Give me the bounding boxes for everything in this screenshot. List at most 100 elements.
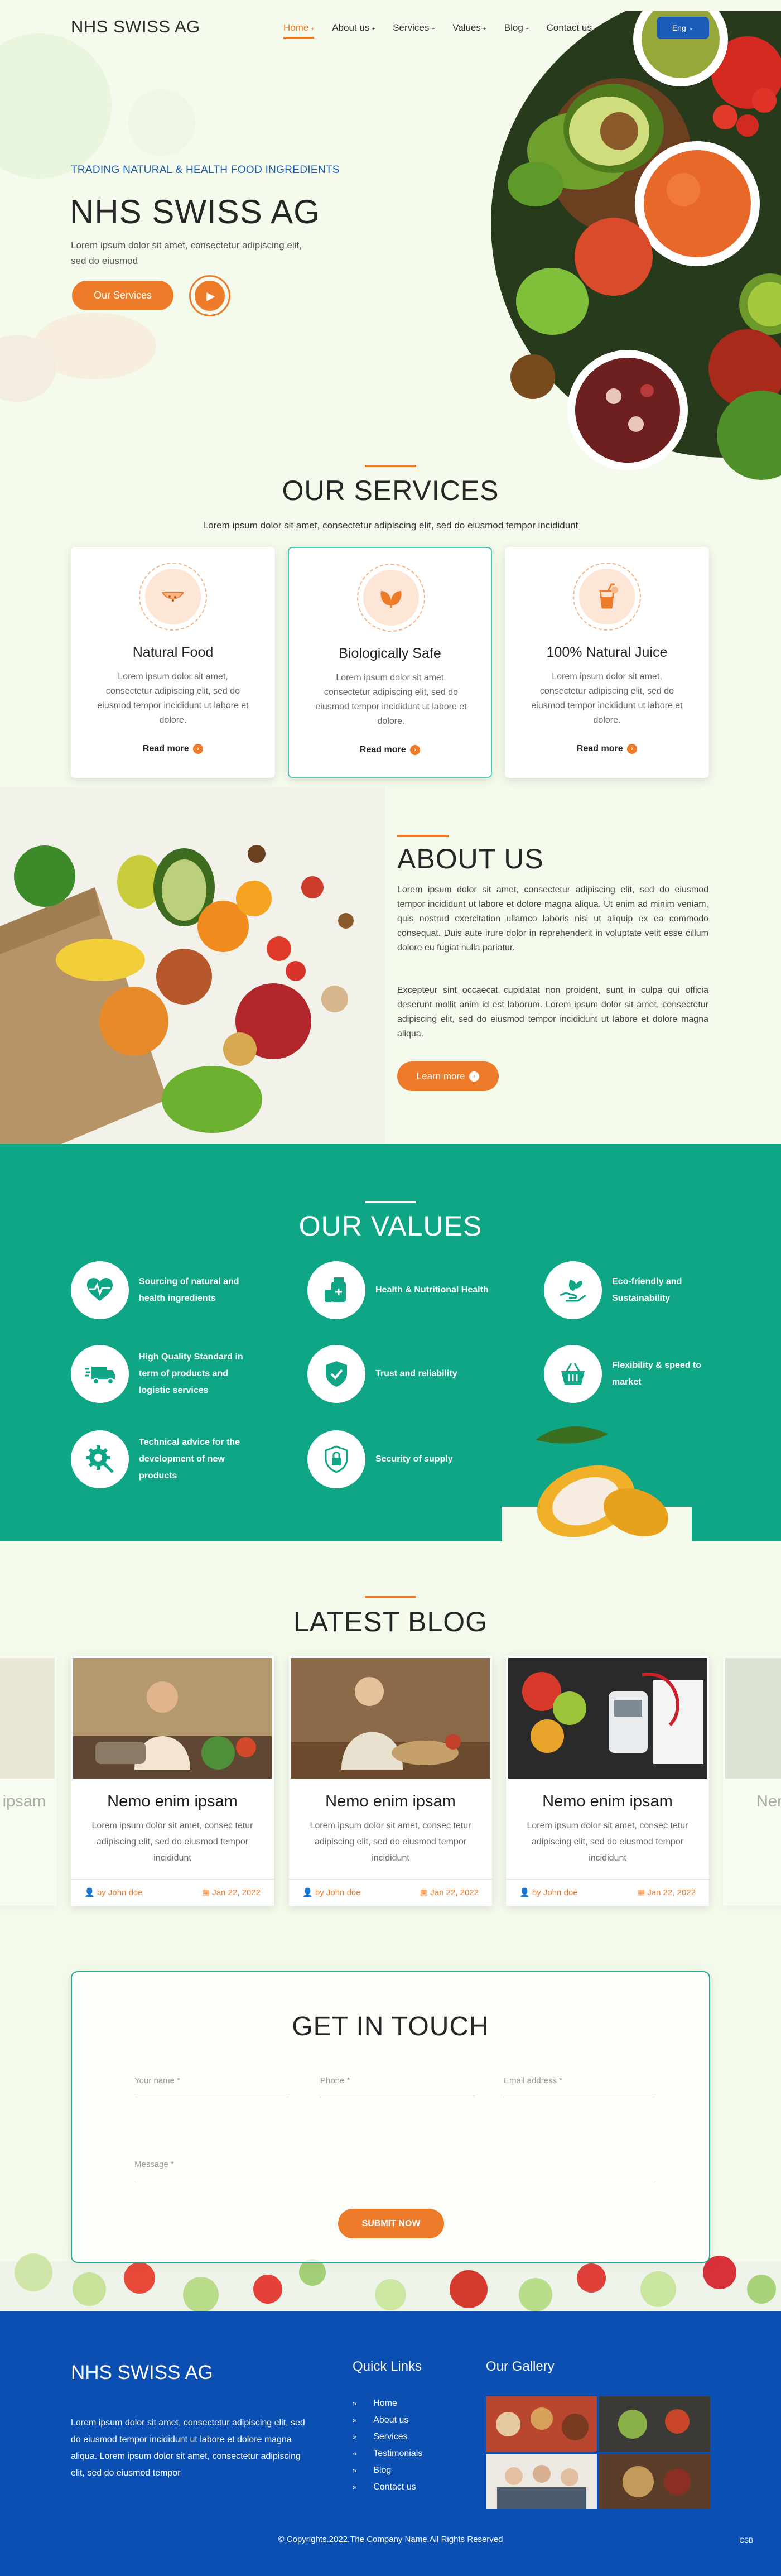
blog-post-image[interactable] — [291, 1658, 490, 1779]
gallery-image[interactable] — [486, 2454, 597, 2509]
service-title: Biologically Safe — [339, 646, 441, 661]
footer-link-blog[interactable]: » Blog — [353, 2462, 422, 2479]
about-paragraph: Excepteur sint occaecat cupidatat non pr… — [397, 986, 708, 1039]
blog-post-title[interactable]: Nemo enim ipsam — [289, 1792, 492, 1811]
blog-card-partial[interactable]: Nemo enim ipsam — [0, 1656, 57, 1906]
language-select[interactable]: Eng ⌄ — [657, 17, 709, 39]
user-icon: 👤 — [302, 1888, 313, 1897]
our-services-button[interactable]: Our Services — [72, 281, 173, 310]
read-more-link[interactable]: Read more › — [505, 744, 709, 754]
services-subtitle: Lorem ipsum dolor sit amet, consectetur … — [203, 520, 578, 531]
nav-contact-label: Contact us — [546, 22, 592, 33]
value-item: Health & Nutritional Health — [307, 1261, 497, 1319]
submit-button[interactable]: SUBMIT NOW — [338, 2209, 444, 2238]
blog-section: LATEST BLOG Nemo enim ipsam Nemo enim ip… — [0, 1541, 781, 1926]
nav-services[interactable]: Services + — [393, 22, 435, 39]
value-item: Sourcing of natural and health ingredien… — [71, 1261, 261, 1319]
blog-post-author: 👤 by John doe — [519, 1887, 578, 1897]
arrow-right-icon: › — [627, 744, 638, 754]
blog-post-date: ▦ Jan 22, 2022 — [637, 1887, 696, 1897]
footer-link-home[interactable]: » Home — [353, 2395, 422, 2412]
learn-more-label: Learn more — [416, 1070, 465, 1082]
value-item: Trust and reliability — [307, 1345, 497, 1403]
blog-post-image[interactable] — [73, 1658, 272, 1779]
footer-link-label: About us — [373, 2415, 409, 2425]
service-title: 100% Natural Juice — [546, 645, 668, 660]
site-logo[interactable]: NHS SWISS AG — [71, 17, 200, 37]
blog-post-image[interactable] — [508, 1658, 707, 1779]
quick-links-list: » Home » About us » Services » Testimonials … — [353, 2395, 422, 2496]
author-label: by John doe — [315, 1888, 361, 1897]
site-footer: NHS SWISS AG Lorem ipsum dolor sit amet,… — [0, 2311, 781, 2576]
value-label: High Quality Standard in term of product… — [139, 1352, 243, 1395]
service-card[interactable]: 100% Natural Juice Lorem ipsum dolor sit… — [505, 547, 709, 778]
footer-link-about[interactable]: » About us — [353, 2412, 422, 2429]
value-item: Flexibility & speed to market — [544, 1345, 734, 1403]
chevron-down-icon: + — [483, 26, 486, 32]
juice-icon — [599, 583, 618, 609]
footer-link-label: Contact us — [373, 2482, 416, 2492]
blog-post-title[interactable]: Nemo enim ipsam — [71, 1792, 274, 1811]
read-more-label: Read more — [359, 745, 406, 755]
value-label: Trust and reliability — [375, 1369, 457, 1378]
value-label: Sourcing of natural and health ingredien… — [139, 1277, 239, 1303]
blog-post-author: 👤 by John doe — [302, 1887, 361, 1897]
blog-post-title: Nemo enim ipsam — [0, 1792, 46, 1810]
double-chevron-icon: » — [353, 2416, 357, 2424]
chevron-down-icon: + — [525, 26, 529, 32]
quick-links-title: Quick Links — [353, 2359, 422, 2374]
author-label: by John doe — [97, 1888, 143, 1897]
blog-card[interactable]: Nemo enim ipsam Lorem ipsum dolor sit am… — [71, 1656, 274, 1906]
gallery-image[interactable] — [486, 2396, 597, 2452]
read-more-link[interactable]: Read more › — [71, 744, 275, 754]
footer-gallery — [486, 2396, 710, 2509]
phone-input[interactable]: Phone * — [320, 2076, 475, 2097]
blog-post-excerpt: Lorem ipsum dolor sit amet, consec tetur… — [310, 1821, 471, 1863]
nav-values[interactable]: Values + — [452, 22, 486, 39]
read-more-link[interactable]: Read more › — [289, 745, 491, 755]
gear-search-icon — [86, 1445, 114, 1473]
play-icon: ▶ — [206, 290, 215, 302]
gallery-image[interactable] — [599, 2454, 710, 2509]
hero-section: TRADING NATURAL & HEALTH FOOD INGREDIENT… — [0, 0, 781, 491]
email-input[interactable]: Email address * — [504, 2076, 655, 2097]
leaf-icon — [380, 591, 402, 608]
hero-bg-decoration — [128, 89, 195, 156]
service-card[interactable]: Biologically Safe Lorem ipsum dolor sit … — [288, 547, 492, 778]
blog-card[interactable]: Nemo enim ipsam Lorem ipsum dolor sit am… — [289, 1656, 492, 1906]
nav-home[interactable]: Home + — [283, 22, 315, 39]
nav-blog-label: Blog — [504, 22, 523, 33]
chevron-down-icon: + — [311, 26, 315, 32]
chevron-down-icon: + — [431, 26, 435, 32]
double-chevron-icon: » — [353, 2483, 357, 2491]
blog-title: LATEST BLOG — [293, 1606, 488, 1637]
footer-link-services[interactable]: » Services — [353, 2429, 422, 2445]
footer-logo[interactable]: NHS SWISS AG — [71, 2362, 213, 2384]
value-item: Eco-friendly and Sustainability — [544, 1261, 734, 1319]
calendar-icon: ▦ — [420, 1888, 428, 1897]
groceries-bag-image — [0, 787, 385, 1144]
contact-section: GET IN TOUCH Your name * Phone * Email a… — [0, 1926, 781, 2311]
blog-post-title[interactable]: Nemo enim ipsam — [506, 1792, 709, 1811]
value-label: Health & Nutritional Health — [375, 1285, 489, 1295]
service-card[interactable]: Natural Food Lorem ipsum dolor sit amet,… — [71, 547, 275, 778]
name-input[interactable]: Your name * — [134, 2076, 290, 2097]
nav-contact-us[interactable]: Contact us — [547, 22, 592, 39]
value-label: Eco-friendly and Sustainability — [612, 1277, 682, 1303]
value-label: Flexibility & speed to market — [612, 1361, 702, 1387]
message-input[interactable]: Message * — [134, 2160, 655, 2183]
nav-blog[interactable]: Blog + — [504, 22, 529, 39]
nav-about-us[interactable]: About us + — [332, 22, 375, 39]
play-video-button[interactable]: ▶ — [189, 275, 230, 316]
footer-link-label: Services — [373, 2432, 408, 2442]
footer-link-contact[interactable]: » Contact us — [353, 2479, 422, 2496]
gallery-image[interactable] — [599, 2396, 710, 2452]
nav-home-label: Home — [283, 22, 309, 33]
blog-post-author: 👤 by John doe — [84, 1887, 143, 1897]
blog-card[interactable]: Nemo enim ipsam Lorem ipsum dolor sit am… — [506, 1656, 709, 1906]
learn-more-button[interactable]: Learn more › — [397, 1061, 499, 1091]
blog-card-partial[interactable]: Nemo enim ipsam — [723, 1656, 781, 1906]
footer-link-testimonials[interactable]: » Testimonials — [353, 2445, 422, 2462]
service-description: Lorem ipsum dolor sit amet, consectetur … — [315, 673, 467, 726]
services-section: OUR SERVICES Lorem ipsum dolor sit amet,… — [0, 458, 781, 792]
